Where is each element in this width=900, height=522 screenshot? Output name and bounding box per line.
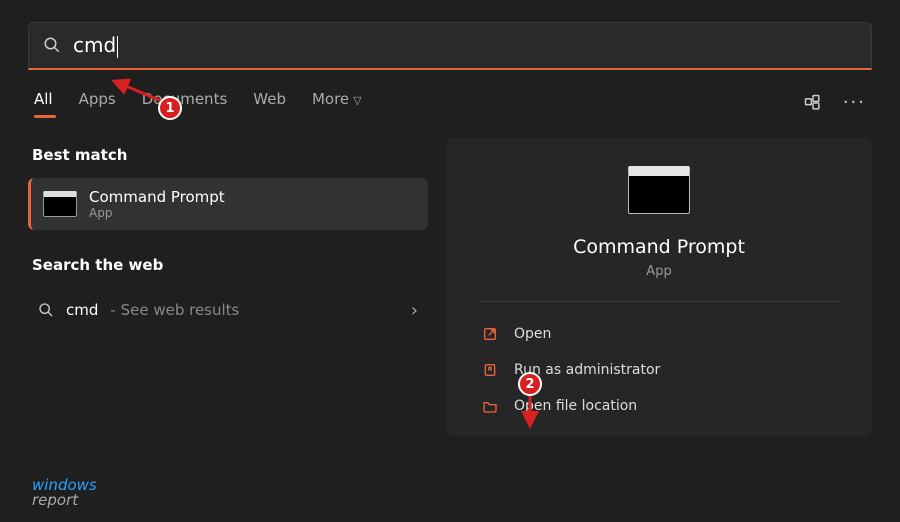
more-options-icon[interactable]: ··· (843, 92, 866, 113)
text-cursor (117, 36, 118, 58)
search-bar[interactable]: cmd (28, 22, 872, 70)
apps-grid-icon[interactable] (803, 93, 823, 113)
search-icon (43, 36, 61, 54)
folder-icon (482, 398, 500, 414)
chevron-right-icon: › (411, 300, 418, 321)
result-subtitle: App (89, 206, 225, 220)
best-match-heading: Best match (32, 146, 424, 164)
command-prompt-icon-large (628, 166, 690, 214)
divider (478, 301, 840, 302)
tab-web[interactable]: Web (253, 90, 286, 116)
details-subtitle: App (478, 264, 840, 279)
search-web-heading: Search the web (32, 256, 424, 274)
details-pane: Command Prompt App Open Run as administr… (446, 138, 872, 436)
web-result-term: cmd (66, 301, 98, 319)
details-title: Command Prompt (478, 236, 840, 258)
result-title: Command Prompt (89, 188, 225, 206)
web-search-result[interactable]: cmd - See web results › (28, 288, 428, 333)
tab-more[interactable]: More▽ (312, 90, 362, 116)
best-match-result[interactable]: Command Prompt App (28, 178, 428, 230)
search-query-text: cmd (73, 33, 116, 57)
action-open[interactable]: Open (478, 316, 840, 352)
search-icon (38, 302, 54, 318)
annotation-arrow-2 (520, 392, 540, 432)
chevron-down-icon: ▽ (353, 94, 361, 107)
annotation-badge-2: 2 (518, 372, 542, 396)
results-area: Best match Command Prompt App Search the… (28, 138, 872, 436)
watermark-line2: report (32, 493, 97, 508)
watermark: windows report (32, 478, 97, 508)
tab-all[interactable]: All (34, 90, 53, 116)
shield-icon (482, 362, 500, 378)
results-left-column: Best match Command Prompt App Search the… (28, 138, 428, 436)
search-input[interactable]: cmd (73, 33, 857, 58)
open-icon (482, 326, 500, 342)
action-label: Open (514, 326, 551, 342)
command-prompt-icon (43, 191, 77, 217)
annotation-badge-1: 1 (158, 96, 182, 120)
web-result-suffix: - See web results (110, 301, 239, 319)
